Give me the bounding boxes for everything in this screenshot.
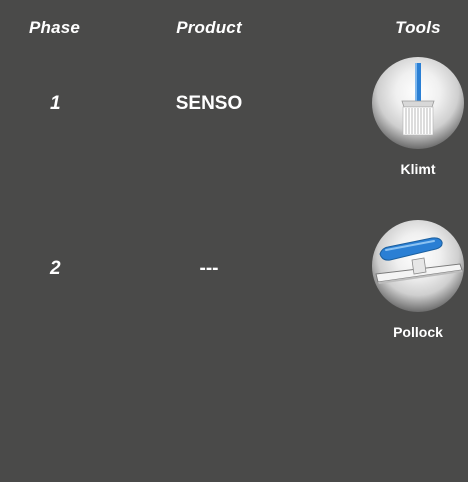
tool-item[interactable]: Klimt (370, 57, 466, 177)
product-name: --- (199, 258, 219, 279)
phase-number: 1 (50, 93, 61, 114)
header-product: Product (176, 18, 242, 37)
phase-number: 2 (50, 258, 61, 279)
tool-item[interactable]: Pollock (370, 220, 466, 340)
tool-label: Klimt (400, 161, 436, 177)
tool-label: Pollock (393, 324, 443, 340)
spreader-icon (372, 220, 464, 312)
brush-icon (372, 57, 464, 149)
header-tools: Tools (395, 18, 441, 37)
product-name: SENSO (175, 93, 243, 114)
